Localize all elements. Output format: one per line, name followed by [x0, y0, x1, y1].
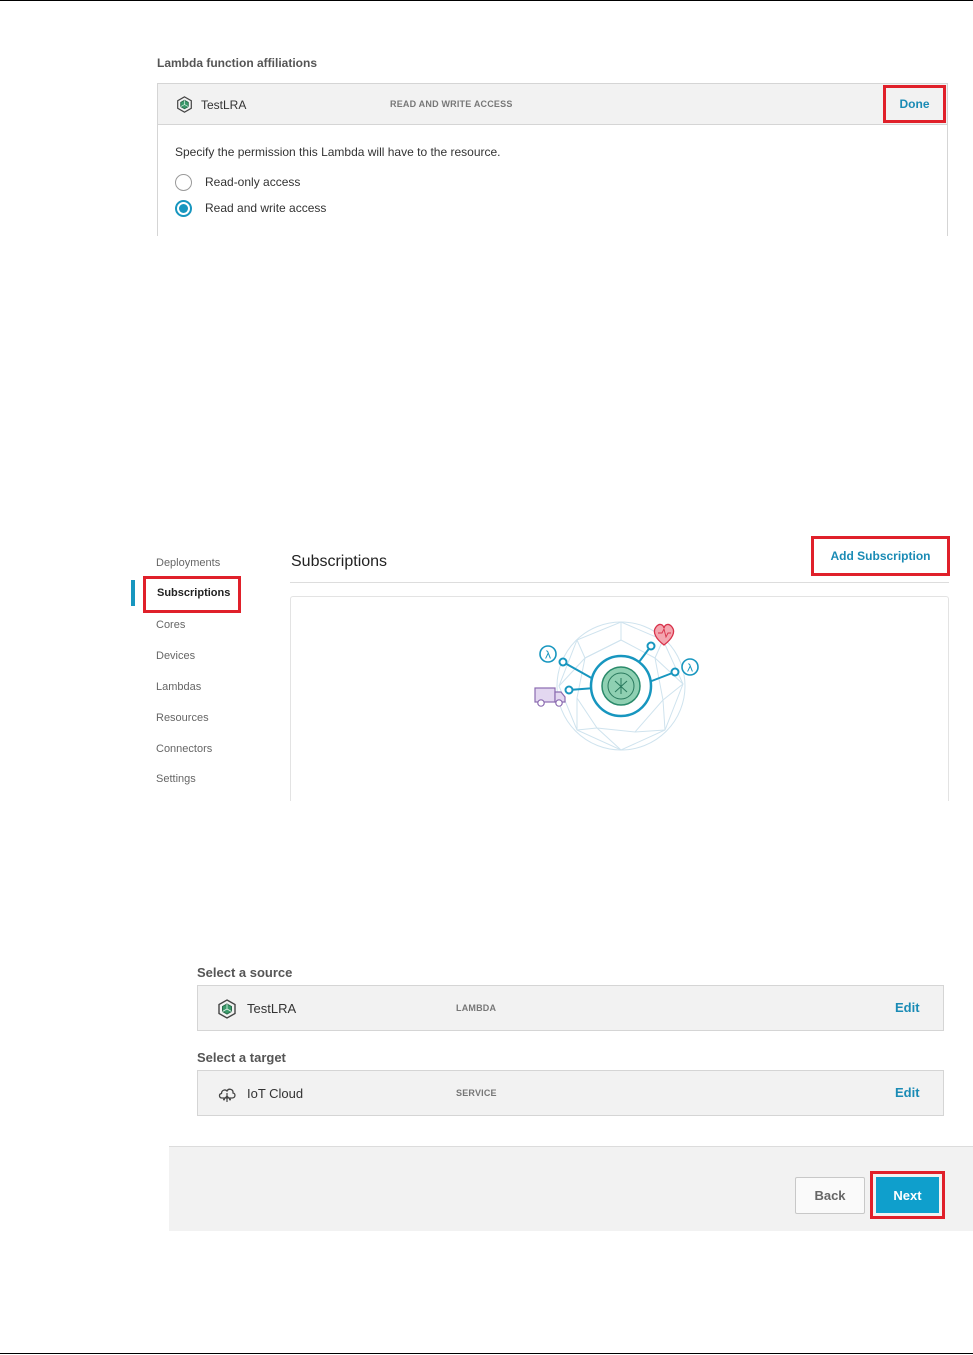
permission-description: Specify the permission this Lambda will …	[175, 145, 501, 159]
next-highlight-frame: Next	[870, 1171, 945, 1219]
page-top-rule	[0, 0, 973, 1]
target-type: SERVICE	[456, 1088, 497, 1098]
svg-text:λ: λ	[545, 649, 552, 662]
function-name: TestLRA	[201, 98, 247, 112]
edit-target-link[interactable]: Edit	[895, 1085, 920, 1100]
select-source-label: Select a source	[197, 965, 293, 980]
select-target-label: Select a target	[197, 1050, 286, 1065]
affiliation-card-header: TestLRA READ AND WRITE ACCESS Done	[158, 84, 947, 125]
access-badge: READ AND WRITE ACCESS	[390, 99, 513, 109]
source-row: TestLRA LAMBDA Edit	[197, 985, 944, 1031]
nav-active-indicator	[131, 580, 135, 606]
lambda-function-icon	[218, 999, 236, 1019]
source-type: LAMBDA	[456, 1003, 497, 1013]
read-only-option[interactable]: Read-only access	[175, 173, 300, 191]
done-button[interactable]: Done	[883, 85, 946, 123]
edit-source-link[interactable]: Edit	[895, 1000, 920, 1015]
title-divider	[290, 582, 949, 583]
target-name: IoT Cloud	[247, 1086, 304, 1101]
read-write-radio[interactable]	[175, 199, 192, 217]
svg-text:λ: λ	[687, 662, 694, 675]
target-row: IoT Cloud SERVICE Edit	[197, 1070, 944, 1116]
nav-item-devices[interactable]: Devices	[156, 650, 195, 662]
nav-item-lambdas[interactable]: Lambdas	[156, 681, 201, 693]
read-write-label: Read and write access	[205, 201, 327, 215]
page-bottom-rule	[0, 1353, 973, 1354]
nav-item-deployments[interactable]: Deployments	[156, 557, 220, 569]
affiliations-heading: Lambda function affiliations	[157, 56, 318, 70]
source-name: TestLRA	[247, 1001, 297, 1016]
back-button[interactable]: Back	[795, 1177, 865, 1214]
nav-item-resources[interactable]: Resources	[156, 712, 209, 724]
lambda-function-icon	[177, 96, 192, 113]
add-subscription-button[interactable]: Add Subscription	[811, 536, 950, 576]
nav-item-connectors[interactable]: Connectors	[156, 743, 212, 755]
next-button[interactable]: Next	[876, 1177, 939, 1213]
read-only-label: Read-only access	[205, 175, 301, 189]
nav-item-subscriptions[interactable]: Subscriptions	[157, 587, 230, 599]
affiliation-card: TestLRA READ AND WRITE ACCESS Done Speci…	[157, 83, 948, 236]
read-write-option[interactable]: Read and write access	[175, 199, 326, 217]
read-only-radio[interactable]	[175, 173, 192, 191]
nav-item-cores[interactable]: Cores	[156, 619, 185, 631]
iot-cloud-icon	[218, 1088, 236, 1102]
wizard-footer: Back Next	[169, 1146, 973, 1231]
subscriptions-title: Subscriptions	[291, 553, 388, 570]
nav-item-settings[interactable]: Settings	[156, 773, 196, 785]
subscriptions-illustration: λ λ	[534, 621, 699, 751]
